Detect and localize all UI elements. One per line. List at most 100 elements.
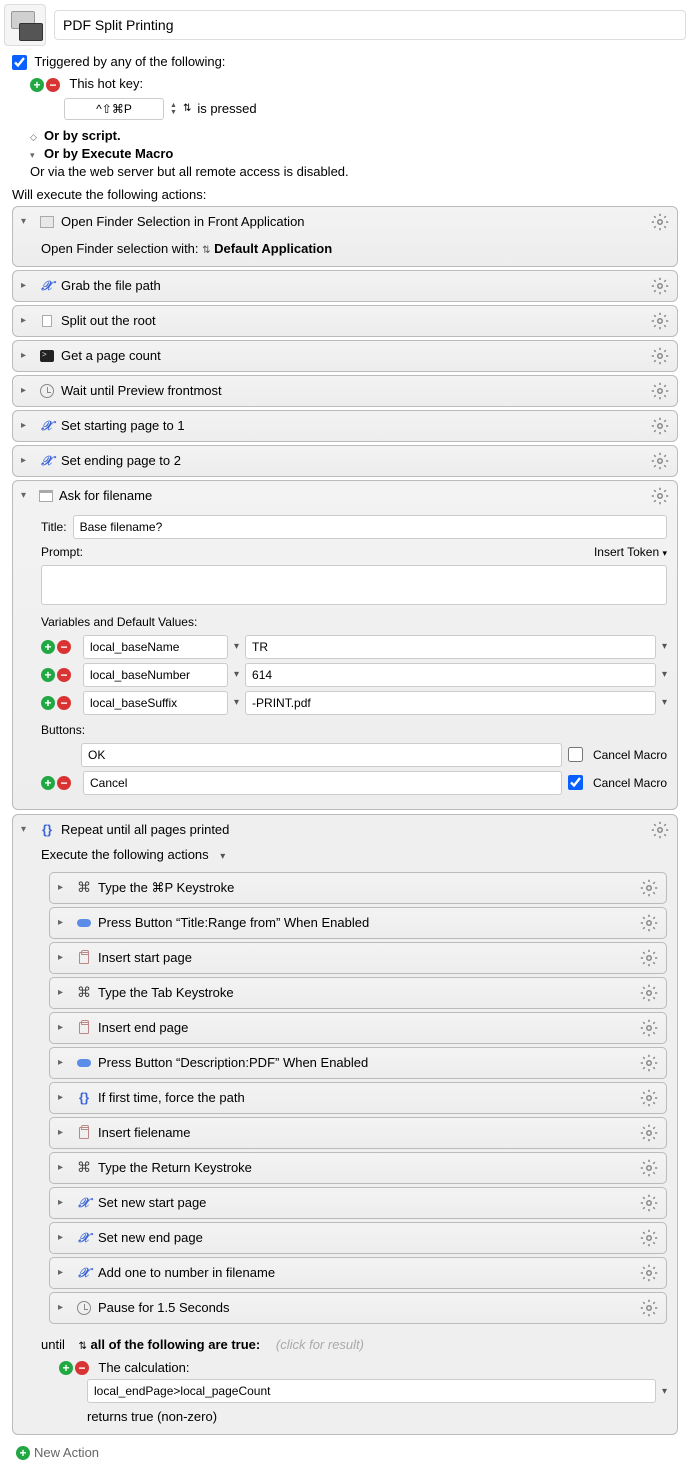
- disclosure-toggle[interactable]: ▸: [58, 1267, 70, 1278]
- chevron-down-icon[interactable]: ▾: [234, 641, 239, 652]
- variable-name-input[interactable]: [83, 691, 228, 715]
- gear-icon[interactable]: [640, 1264, 658, 1282]
- remove-trigger-button[interactable]: −: [46, 78, 60, 92]
- variable-value-input[interactable]: [245, 635, 656, 659]
- action-row: ▸ Press Button “Description:PDF” When En…: [49, 1047, 667, 1079]
- add-condition-button[interactable]: +: [59, 1361, 73, 1375]
- remove-condition-button[interactable]: −: [75, 1361, 89, 1375]
- disclosure-toggle[interactable]: ▸: [21, 315, 33, 326]
- insert-token-button[interactable]: Insert Token ▾: [594, 545, 667, 559]
- gear-icon[interactable]: [640, 1054, 658, 1072]
- variable-name-input[interactable]: [83, 663, 228, 687]
- gear-icon[interactable]: [640, 949, 658, 967]
- chevron-down-icon[interactable]: ▾: [662, 1386, 667, 1397]
- disclosure-toggle[interactable]: ▾: [21, 824, 33, 835]
- calculation-input[interactable]: [87, 1379, 656, 1403]
- all-following-label: all of the following are true:: [91, 1337, 261, 1352]
- action-title: Wait until Preview frontmost: [61, 383, 645, 398]
- button-name-input[interactable]: [81, 743, 562, 767]
- gear-icon[interactable]: [651, 382, 669, 400]
- chevron-down-icon[interactable]: ▾: [234, 697, 239, 708]
- action-title: Set ending page to 2: [61, 453, 645, 468]
- gear-icon[interactable]: [651, 417, 669, 435]
- updown-icon[interactable]: ⇅: [202, 245, 210, 256]
- macro-title-input[interactable]: [54, 10, 686, 40]
- gear-icon[interactable]: [651, 213, 669, 231]
- chevron-icon[interactable]: ◇: [30, 132, 40, 143]
- gear-icon[interactable]: [640, 984, 658, 1002]
- button-name-input[interactable]: [83, 771, 562, 795]
- chevron-down-icon[interactable]: ▾: [662, 641, 667, 652]
- clipboard-icon: [79, 1022, 89, 1034]
- remove-variable-button[interactable]: −: [57, 668, 71, 682]
- prompt-textarea[interactable]: [41, 565, 667, 605]
- hotkey-stepper[interactable]: ▲▼: [170, 102, 177, 116]
- disclosure-toggle[interactable]: ▸: [21, 350, 33, 361]
- variable-name-input[interactable]: [83, 635, 228, 659]
- gear-icon[interactable]: [640, 914, 658, 932]
- disclosure-toggle[interactable]: ▸: [58, 1022, 70, 1033]
- hotkey-field[interactable]: ^⇧⌘P: [64, 98, 164, 120]
- disclosure-toggle[interactable]: ▸: [58, 1092, 70, 1103]
- gear-icon[interactable]: [640, 879, 658, 897]
- disclosure-toggle[interactable]: ▸: [58, 917, 70, 928]
- remove-button-button[interactable]: −: [57, 776, 71, 790]
- gear-icon[interactable]: [640, 1019, 658, 1037]
- chevron-down-icon[interactable]: ▾: [662, 697, 667, 708]
- disclosure-toggle[interactable]: ▸: [58, 987, 70, 998]
- variable-value-input[interactable]: [245, 663, 656, 687]
- add-variable-button[interactable]: +: [41, 696, 55, 710]
- disclosure-toggle[interactable]: ▸: [21, 420, 33, 431]
- gear-icon[interactable]: [640, 1299, 658, 1317]
- disclosure-toggle[interactable]: ▸: [21, 385, 33, 396]
- disclosure-toggle[interactable]: ▸: [58, 1057, 70, 1068]
- disclosure-toggle[interactable]: ▸: [58, 1127, 70, 1138]
- add-variable-button[interactable]: +: [41, 640, 55, 654]
- disclosure-toggle[interactable]: ▾: [21, 490, 33, 501]
- disclosure-toggle[interactable]: ▸: [58, 952, 70, 963]
- disclosure-toggle[interactable]: ▸: [21, 280, 33, 291]
- gear-icon[interactable]: [651, 277, 669, 295]
- chevron-down-icon[interactable]: ▾: [234, 669, 239, 680]
- title-input[interactable]: [73, 515, 667, 539]
- variable-value-input[interactable]: [245, 691, 656, 715]
- disclosure-toggle[interactable]: ▸: [21, 455, 33, 466]
- cancel-macro-checkbox[interactable]: [568, 747, 583, 762]
- chevron-down-icon[interactable]: ▾: [662, 669, 667, 680]
- variable-row: + − ▾ ▾: [41, 663, 667, 687]
- updown-icon[interactable]: ⇅: [78, 1341, 86, 1352]
- gear-icon[interactable]: [651, 487, 669, 505]
- disclosure-toggle[interactable]: ▸: [58, 1232, 70, 1243]
- gear-icon[interactable]: [640, 1089, 658, 1107]
- disclosure-toggle[interactable]: ▸: [58, 1162, 70, 1173]
- cancel-macro-checkbox[interactable]: [568, 775, 583, 790]
- gear-icon[interactable]: [651, 312, 669, 330]
- disclosure-toggle[interactable]: ▸: [58, 1197, 70, 1208]
- action-title: Set new start page: [98, 1195, 634, 1210]
- action-title: Grab the file path: [61, 278, 645, 293]
- triggered-checkbox[interactable]: [12, 55, 27, 70]
- gear-icon[interactable]: [640, 1124, 658, 1142]
- disclosure-toggle[interactable]: ▸: [58, 1302, 70, 1313]
- gear-icon[interactable]: [651, 452, 669, 470]
- action-row: ▸ Split out the root: [12, 305, 678, 337]
- command-icon: ⌘: [77, 1159, 91, 1176]
- click-result-hint[interactable]: (click for result): [276, 1337, 364, 1352]
- action-row: ▸ 𝒳 Set new start page: [49, 1187, 667, 1219]
- gear-icon[interactable]: [651, 821, 669, 839]
- new-action-button[interactable]: + New Action: [16, 1445, 686, 1460]
- gear-icon[interactable]: [640, 1194, 658, 1212]
- gear-icon[interactable]: [640, 1159, 658, 1177]
- gear-icon[interactable]: [640, 1229, 658, 1247]
- chevron-down-icon[interactable]: ▾: [30, 150, 40, 161]
- chevron-down-icon[interactable]: ▾: [220, 851, 225, 862]
- gear-icon[interactable]: [651, 347, 669, 365]
- variable-icon: 𝒳: [78, 1195, 89, 1211]
- add-variable-button[interactable]: +: [41, 668, 55, 682]
- disclosure-toggle[interactable]: ▸: [58, 882, 70, 893]
- add-button-button[interactable]: +: [41, 776, 55, 790]
- add-trigger-button[interactable]: +: [30, 78, 44, 92]
- disclosure-toggle[interactable]: ▾: [21, 216, 33, 227]
- remove-variable-button[interactable]: −: [57, 640, 71, 654]
- remove-variable-button[interactable]: −: [57, 696, 71, 710]
